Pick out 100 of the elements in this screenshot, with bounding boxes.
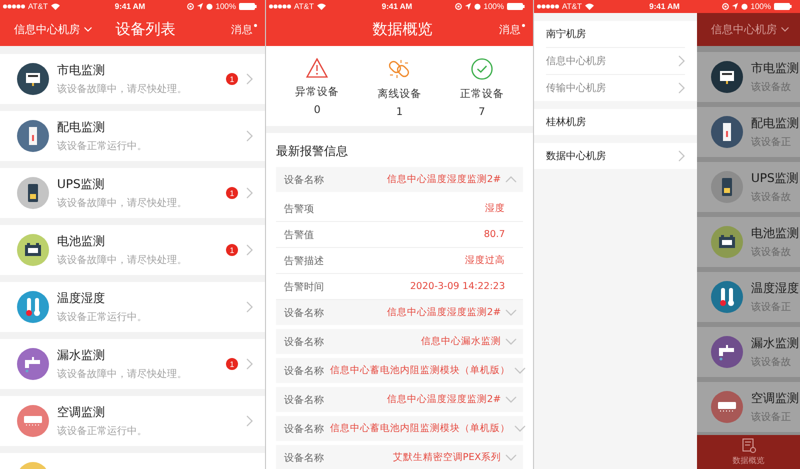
device-card[interactable]: 市电监测 该设备故: [697, 52, 800, 102]
field-value: 信息中心温度湿度监测2#: [386, 173, 501, 186]
device-card[interactable]: 温度湿度 该设备正常运行中。: [0, 282, 265, 332]
device-name: UPS监测: [751, 170, 800, 187]
device-card[interactable]: 市电监测 该设备故障中，请尽快处理。 1: [0, 54, 265, 104]
field-value: 湿度: [485, 202, 505, 215]
screen-title: 数据概览: [372, 20, 432, 39]
signal-icon: [3, 4, 25, 9]
device-name: 电池监测: [751, 225, 800, 242]
chevron-right-icon: [246, 415, 253, 427]
room-item[interactable]: 传输中心机房: [546, 74, 685, 101]
room-item[interactable]: 信息中心机房: [546, 47, 685, 74]
device-card[interactable]: 配电监测 该设备正常运行中。: [0, 111, 265, 161]
alert-header-row[interactable]: 设备名称 信息中心温度湿度监测2#: [276, 387, 523, 412]
battery-icon: [774, 3, 792, 10]
device-name: 温度湿度: [57, 290, 106, 307]
device-card[interactable]: 温度湿度 该设备正: [697, 272, 800, 322]
device-card[interactable]: UPS监测 该设备故障中，请尽快处理。 1: [0, 168, 265, 218]
rotation-lock-icon: [454, 3, 462, 10]
chevron-right-icon: [246, 73, 253, 85]
carrier-name: AT&T: [562, 2, 582, 12]
battery-icon: [506, 3, 525, 10]
warning-icon: [306, 58, 328, 78]
field-value: 信息中心温度湿度监测2#: [386, 306, 501, 319]
device-card[interactable]: 漏水监测 该设备故: [697, 327, 800, 377]
alert-header-row[interactable]: 设备名称 信息中心温度湿度监测2#: [276, 167, 523, 192]
field-label: 设备名称: [284, 452, 324, 464]
caret-icon: [84, 27, 92, 32]
chevron-down-icon: [505, 309, 517, 316]
location-dropdown[interactable]: 信息中心机房: [711, 22, 791, 37]
alert-header-row[interactable]: 设备名称 信息中心蓄电池内阻监测模块（单机版）: [276, 358, 523, 383]
field-value: 湿度过高: [465, 254, 505, 267]
stat-label: 异常设备: [295, 85, 340, 99]
field-value: 信息中心漏水监测: [421, 335, 501, 348]
field-label: 设备名称: [284, 422, 324, 436]
field-label: 设备名称: [284, 364, 324, 378]
device-name: 空调监测: [57, 404, 106, 421]
wifi-icon: [50, 3, 60, 10]
alert-count-badge: 1: [226, 244, 238, 256]
device-card[interactable]: 电池监测 该设备故: [697, 217, 800, 267]
chevron-right-icon: [246, 358, 253, 370]
stat-count: 7: [478, 106, 486, 118]
section-heading: 最新报警信息: [276, 143, 349, 160]
location-arrow-icon: [196, 3, 203, 10]
device-card[interactable]: 电池监测 该设备故障中，请尽快处理。 1: [0, 225, 265, 275]
device-name: 配电监测: [57, 119, 106, 136]
rotation-lock-icon: [722, 3, 729, 10]
device-card[interactable]: 空调监测 该设备正常运行中。: [0, 396, 265, 446]
location-dropdown[interactable]: 信息中心机房: [14, 22, 94, 37]
device-status: 该设备正常运行中。: [57, 310, 148, 324]
alert-header-row[interactable]: 设备名称 信息中心漏水监测: [276, 329, 523, 354]
field-value: 2020-3-09 14:22:23: [410, 281, 505, 292]
field-value: 信息中心蓄电池内阻监测模块（单机版）: [330, 422, 510, 435]
device-status: 该设备正: [751, 410, 792, 424]
field-label: 告警描述: [284, 254, 324, 268]
device-status: 该设备故障中，请尽快处理。: [57, 368, 188, 381]
broken-link-icon: [388, 58, 410, 80]
check-circle-icon: [470, 58, 493, 80]
device-card[interactable]: 空调监测 该设备正: [697, 382, 800, 432]
chevron-right-icon: [678, 82, 685, 94]
alert-header-row[interactable]: 设备名称 艾默生精密空调PEX系列: [276, 445, 523, 469]
alert-header-row[interactable]: 设备名称 信息中心蓄电池内阻监测模块（单机版）: [276, 416, 523, 441]
field-value: 信息中心温度湿度监测2#: [386, 393, 501, 406]
stat-label: 正常设备: [460, 87, 504, 101]
chevron-down-icon: [505, 454, 517, 461]
field-value: 艾默生精密空调PEX系列: [392, 451, 501, 464]
device-card[interactable]: 漏水监测 该设备故障中，请尽快处理。 1: [0, 339, 265, 389]
device-card[interactable]: 配电监测 该设备正: [697, 107, 800, 157]
device-status: 该设备故: [751, 246, 792, 259]
device-name: 空调监测: [751, 390, 800, 407]
field-label: 设备名称: [284, 306, 324, 320]
signal-icon: [269, 4, 291, 9]
chevron-down-icon: [514, 425, 526, 432]
room-item[interactable]: 数据中心机房: [546, 143, 685, 169]
chevron-right-icon: [246, 244, 253, 256]
messages-link[interactable]: 消息: [465, 22, 525, 36]
device-card[interactable]: UPS监测 该设备故: [697, 162, 800, 212]
device-status: 该设备故: [751, 356, 792, 369]
device-status: 该设备故障中，请尽快处理。: [57, 254, 188, 267]
device-status: 该设备故障中，请尽快处理。: [57, 196, 188, 210]
stat-count: 1: [396, 106, 403, 118]
alert-count-badge: 1: [226, 187, 238, 199]
alert-count-badge: 1: [226, 73, 238, 85]
stat-label: 离线设备: [377, 87, 422, 101]
device-status: 该设备故障中，请尽快处理。: [57, 82, 188, 96]
location-arrow-icon: [732, 3, 738, 10]
screen-title: 设备列表: [116, 20, 176, 39]
chevron-down-icon: [505, 338, 517, 345]
clock-time: 9:41 AM: [114, 2, 146, 12]
overview-tab[interactable]: 数据概览: [732, 435, 764, 469]
messages-link[interactable]: 消息: [197, 22, 257, 36]
alert-header-row[interactable]: 设备名称 信息中心温度湿度监测2#: [276, 300, 523, 325]
room-item[interactable]: 南宁机房: [546, 21, 685, 47]
chevron-right-icon: [246, 130, 253, 142]
device-name: 漏水监测: [57, 347, 106, 364]
device-name: 配电监测: [751, 115, 800, 132]
device-name: 电池监测: [57, 233, 106, 250]
alert-count-badge: 1: [226, 358, 238, 370]
field-label: 告警值: [284, 228, 314, 242]
room-item[interactable]: 桂林机房: [546, 109, 685, 135]
